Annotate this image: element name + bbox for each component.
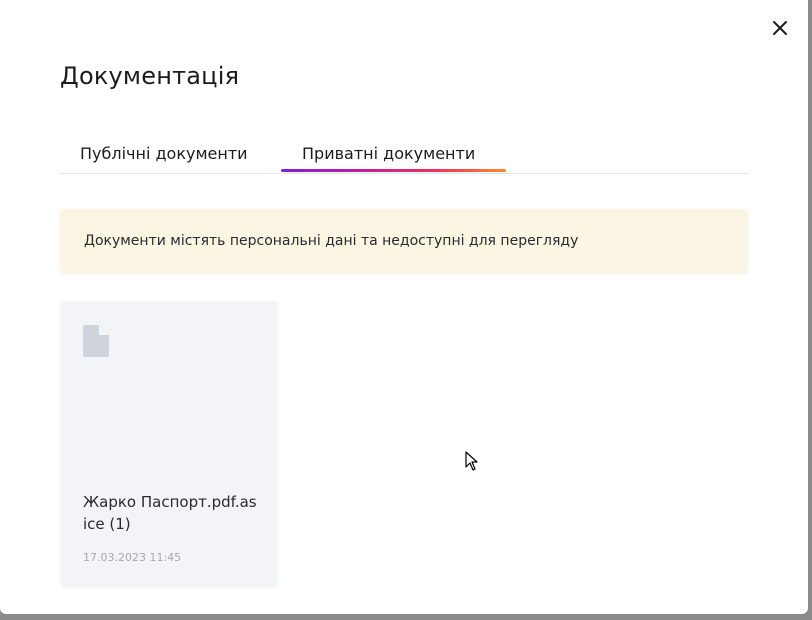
tab-public-documents[interactable]: Публічні документи <box>80 144 248 163</box>
document-card[interactable]: Жарко Паспорт.pdf.asice (1) 17.03.2023 1… <box>61 301 277 587</box>
mouse-cursor-icon <box>465 451 478 471</box>
close-button[interactable] <box>768 16 792 40</box>
dialog-title: Документація <box>60 62 240 90</box>
tab-bar: Публічні документи Приватні документи <box>60 138 748 174</box>
document-name: Жарко Паспорт.pdf.asice (1) <box>83 493 257 533</box>
tab-private-documents[interactable]: Приватні документи <box>302 144 475 163</box>
notice-banner: Документи містять персональні дані та не… <box>60 209 748 273</box>
document-date: 17.03.2023 11:45 <box>83 551 182 564</box>
documentation-dialog: Документація Публічні документи Приватні… <box>0 0 808 614</box>
notice-text: Документи містять персональні дані та не… <box>84 233 579 249</box>
active-tab-indicator <box>281 169 506 172</box>
file-icon <box>83 325 109 357</box>
close-icon <box>773 21 787 35</box>
